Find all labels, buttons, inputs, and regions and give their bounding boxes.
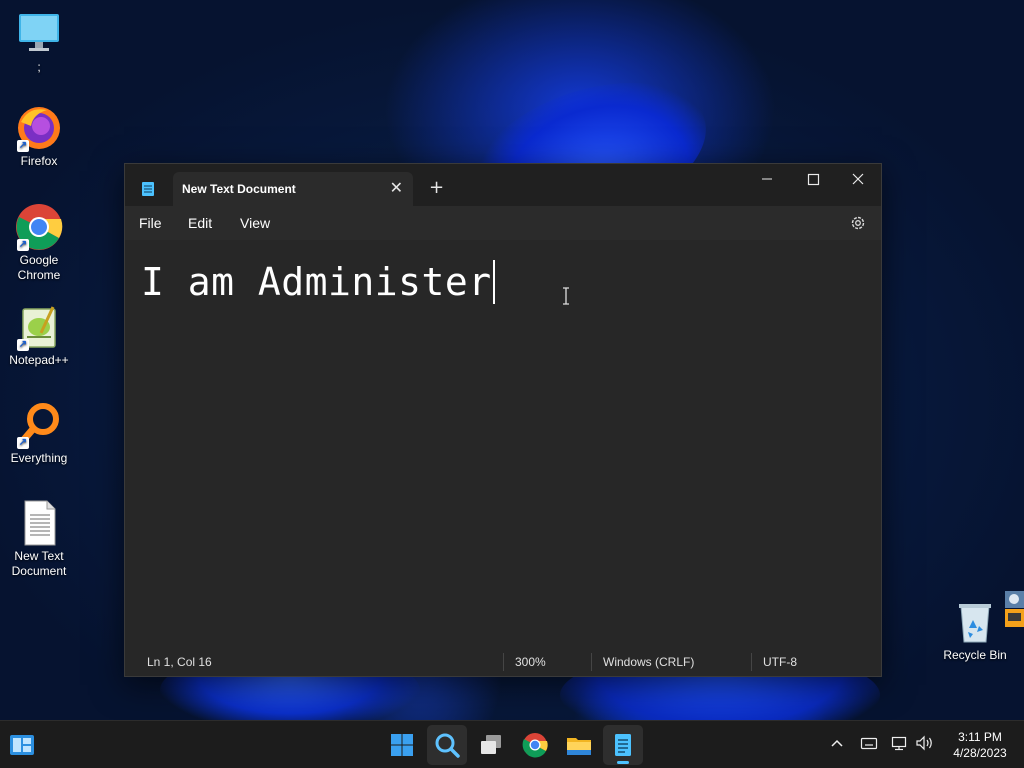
tab-title: New Text Document [182, 182, 296, 196]
desktop-icon-firefox[interactable]: ↗ Firefox [1, 104, 77, 169]
start-icon [382, 734, 422, 768]
recycle-bin-icon [951, 598, 999, 646]
menu-bar: File Edit View [125, 206, 881, 240]
text-caret [492, 260, 495, 304]
file-explorer-button[interactable] [559, 725, 599, 765]
notepad-app-icon [141, 181, 155, 201]
chrome-icon [515, 733, 555, 768]
text-editor[interactable]: I am Administer [125, 240, 881, 646]
widgets-icon [2, 735, 42, 768]
tab-document[interactable]: New Text Document ✕ [173, 172, 413, 206]
status-divider [591, 653, 592, 671]
desktop-icon-everything[interactable]: ↗ Everything [1, 401, 77, 466]
everything-icon: ↗ [15, 401, 63, 449]
text-document-icon [15, 499, 63, 547]
desktop-icon-label: Google Chrome [17, 253, 61, 282]
notepad-window: New Text Document ✕ + File Edit View I a… [124, 163, 882, 677]
notepad-icon [603, 734, 643, 768]
shortcut-arrow-icon: ↗ [17, 140, 29, 152]
ibeam-cursor-icon [561, 287, 571, 309]
start-button[interactable] [382, 725, 422, 765]
document-content: I am Administer [141, 260, 492, 304]
desktop-icon-label: New Text Document [11, 549, 67, 578]
task-view-button[interactable] [471, 725, 511, 765]
shortcut-arrow-icon: ↗ [17, 339, 29, 351]
desktop-icon-this-pc[interactable]: ; [1, 10, 77, 75]
search-button[interactable] [427, 725, 467, 765]
shortcut-arrow-icon: ↗ [17, 239, 29, 251]
close-window-button[interactable] [838, 170, 878, 200]
zoom-level: 300% [515, 655, 546, 669]
search-icon [427, 733, 467, 768]
menu-edit[interactable]: Edit [188, 215, 212, 231]
minimize-button[interactable] [747, 170, 787, 200]
widgets-button[interactable] [2, 725, 42, 765]
clock-time: 3:11 PM [958, 730, 1002, 744]
running-indicator [617, 761, 629, 764]
taskbar-chrome-button[interactable] [515, 725, 555, 765]
clock-date: 4/28/2023 [953, 746, 1007, 760]
menu-file[interactable]: File [139, 215, 162, 231]
line-ending: Windows (CRLF) [603, 655, 695, 669]
chrome-icon: ↗ [15, 203, 63, 251]
desktop-icon-label: ; [37, 60, 41, 74]
desktop-icon-notepadpp[interactable]: ↗ Notepad++ [1, 303, 77, 368]
taskbar-notepad-button[interactable] [603, 725, 643, 765]
status-divider [503, 653, 504, 671]
system-clock[interactable]: 3:11 PM 4/28/2023 [946, 729, 1014, 761]
firefox-icon: ↗ [15, 104, 63, 152]
desktop-icon-chrome[interactable]: ↗ Google Chrome [1, 203, 77, 283]
desktop-icon-recycle-bin[interactable]: Recycle Bin [937, 598, 1013, 663]
desktop-icon-label: Everything [10, 451, 68, 465]
desktop-icon-label: Recycle Bin [943, 648, 1007, 662]
notepadpp-icon: ↗ [15, 303, 63, 351]
desktop-icon-label: Firefox [20, 154, 58, 168]
taskbar: 3:11 PM 4/28/2023 [0, 720, 1024, 768]
chevron-up-icon[interactable] [830, 734, 844, 756]
touch-keyboard-icon[interactable] [860, 734, 878, 756]
status-bar: Ln 1, Col 16 300% Windows (CRLF) UTF-8 [125, 646, 881, 676]
volume-icon[interactable] [915, 734, 935, 756]
new-tab-button[interactable]: + [429, 179, 444, 197]
desktop-gadget[interactable] [1004, 590, 1024, 628]
status-divider [751, 653, 752, 671]
shortcut-arrow-icon: ↗ [17, 437, 29, 449]
title-bar[interactable]: New Text Document ✕ + [125, 164, 881, 206]
monitor-icon [15, 10, 63, 58]
network-icon[interactable] [891, 734, 909, 756]
task-view-icon [471, 735, 511, 768]
encoding: UTF-8 [763, 655, 797, 669]
menu-view[interactable]: View [240, 215, 270, 231]
desktop-icon-new-text-document[interactable]: New Text Document [1, 499, 77, 579]
desktop-icon-label: Notepad++ [9, 353, 69, 367]
gear-icon[interactable] [849, 214, 867, 236]
close-tab-icon[interactable]: ✕ [390, 180, 403, 196]
maximize-button[interactable] [793, 170, 833, 200]
cursor-position: Ln 1, Col 16 [147, 655, 212, 669]
file-explorer-icon [559, 738, 599, 768]
